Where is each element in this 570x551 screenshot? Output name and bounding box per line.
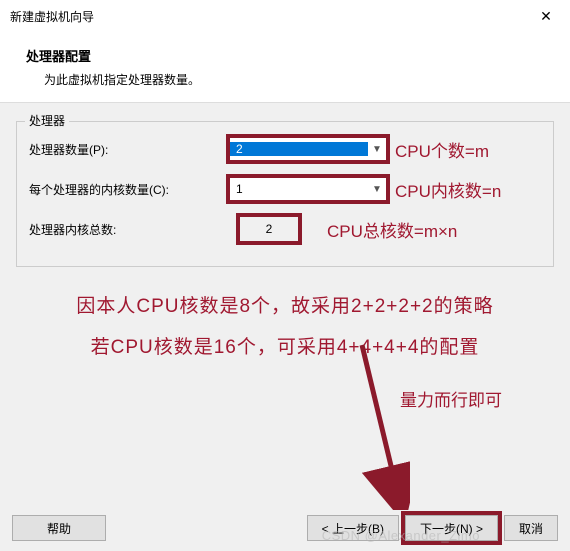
cancel-button[interactable]: 取消 xyxy=(504,515,558,541)
processor-count-select[interactable]: 2 ▼ xyxy=(229,137,387,161)
note-line-1: 因本人CPU核数是8个，故采用2+2+2+2的策略 xyxy=(36,291,534,318)
label-processors: 处理器数量(P): xyxy=(29,141,229,158)
annotation-cpu-count: CPU个数=m xyxy=(395,137,489,162)
page-subtitle: 为此虚拟机指定处理器数量。 xyxy=(44,71,552,88)
annotation-total: CPU总核数=m×n xyxy=(327,217,457,242)
cores-per-processor-select[interactable]: 1 ▼ xyxy=(229,177,387,201)
annotation-cores: CPU内核数=n xyxy=(395,177,501,202)
note-small: 量力而行即可 xyxy=(400,386,502,411)
next-button[interactable]: 下一步(N) > xyxy=(405,515,498,541)
close-icon[interactable]: ✕ xyxy=(526,8,566,25)
row-processor-count: 处理器数量(P): 2 ▼ CPU个数=m xyxy=(29,136,541,162)
chevron-down-icon[interactable]: ▼ xyxy=(368,144,386,155)
row-cores-per-processor: 每个处理器的内核数量(C): 1 ▼ CPU内核数=n xyxy=(29,176,541,202)
row-total-cores: 处理器内核总数: 2 CPU总核数=m×n xyxy=(29,216,541,242)
label-cores: 每个处理器的内核数量(C): xyxy=(29,181,229,198)
chevron-down-icon[interactable]: ▼ xyxy=(368,184,386,195)
user-notes: 因本人CPU核数是8个，故采用2+2+2+2的策略 若CPU核数是16个，可采用… xyxy=(16,267,554,383)
wizard-content: 处理器 处理器数量(P): 2 ▼ CPU个数=m 每个处理器的内核数量(C):… xyxy=(0,103,570,401)
select-value: 2 xyxy=(230,142,368,156)
help-button[interactable]: 帮助 xyxy=(12,515,106,541)
processor-group: 处理器 处理器数量(P): 2 ▼ CPU个数=m 每个处理器的内核数量(C):… xyxy=(16,121,554,267)
titlebar: 新建虚拟机向导 ✕ xyxy=(0,0,570,32)
wizard-footer: 帮助 < 上一步(B) 下一步(N) > 取消 xyxy=(0,515,570,541)
window-title: 新建虚拟机向导 xyxy=(10,8,526,25)
note-line-2: 若CPU核数是16个，可采用4+4+4+4的配置 xyxy=(36,332,534,359)
group-legend: 处理器 xyxy=(25,112,69,129)
label-total: 处理器内核总数: xyxy=(29,221,229,238)
wizard-header: 处理器配置 为此虚拟机指定处理器数量。 xyxy=(0,32,570,103)
select-value: 1 xyxy=(230,182,368,196)
page-title: 处理器配置 xyxy=(26,46,552,65)
back-button[interactable]: < 上一步(B) xyxy=(307,515,399,541)
total-cores-value: 2 xyxy=(239,216,299,242)
